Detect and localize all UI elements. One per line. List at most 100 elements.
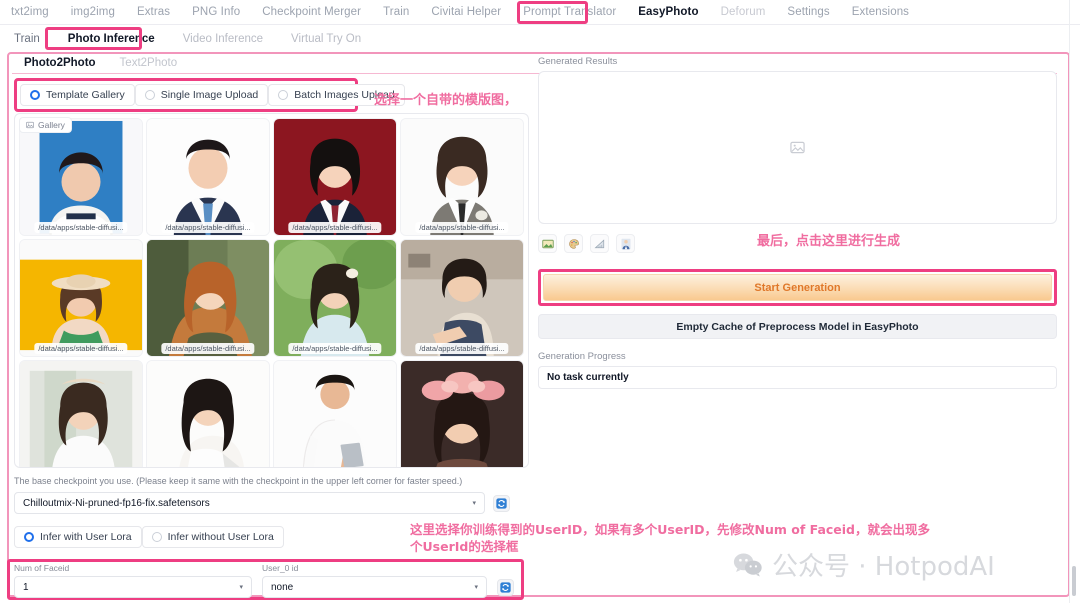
radio-dot-single-image-upload [144,90,155,100]
watermark: 公众号 · HotpodAI [733,546,995,583]
tab-civitai-helper[interactable]: Civitai Helper [420,0,512,24]
gallery-item[interactable]: /data/apps/stable-diffusi... [146,118,270,236]
right-column: Generated Results Start Generation Empty… [538,56,1057,389]
gallery-item[interactable]: /data/apps/stable-diffusi... [146,239,270,357]
radio-single-image-upload[interactable]: Single Image Upload [134,84,269,106]
radio-label-template-gallery: Template Gallery [46,89,125,101]
gallery-item-caption: /data/apps/stable-diffusi... [415,222,509,233]
gallery-item[interactable] [273,360,397,467]
ruler-icon[interactable] [590,234,609,253]
sub-tab-bar: Train Photo Inference Video Inference Vi… [0,27,1080,51]
num-faceid-label: Num of Faceid [14,563,70,573]
radio-dot-infer-without-user-lora [151,532,162,542]
start-generation-highlight: Start Generation [538,269,1057,306]
right-divider [1069,0,1070,603]
tab-img2img[interactable]: img2img [60,0,126,24]
generation-progress-value: No task currently [538,366,1057,389]
gallery-item[interactable]: /data/apps/stable-diffusi... [19,239,143,357]
result-tool-icons [538,234,1057,253]
faceid-refresh-button[interactable] [497,579,514,596]
gallery-item-caption: /data/apps/stable-diffusi... [161,222,255,233]
tab-photo2photo[interactable]: Photo2Photo [12,57,108,69]
template-thumbnail [274,119,396,235]
tab-extensions[interactable]: Extensions [841,0,920,24]
palette-icon[interactable] [564,234,583,253]
tab-train[interactable]: Train [372,0,420,24]
subtab-virtual-try-on[interactable]: Virtual Try On [277,33,375,45]
radio-label-single-image-upload: Single Image Upload [160,89,259,101]
template-thumbnail [274,361,396,467]
radio-infer-without-user-lora[interactable]: Infer without User Lora [141,526,284,548]
tab-extras[interactable]: Extras [126,0,181,24]
gallery-item[interactable]: /data/apps/stable-diffusi... [19,118,143,236]
user-0-id-field: User_0 id none ▾ [262,563,487,598]
radio-label-infer-with-user-lora: Infer with User Lora [40,531,132,543]
checkpoint-refresh-button[interactable] [493,494,510,512]
template-thumbnail [274,240,396,356]
tab-txt2img[interactable]: txt2img [0,0,60,24]
picture-icon[interactable] [538,234,557,253]
subtab-photo-inference[interactable]: Photo Inference [54,33,169,45]
template-thumbnail [20,119,142,235]
start-generation-button[interactable]: Start Generation [543,274,1052,301]
lora-radio-group: Infer with User Lora Infer without User … [14,526,530,548]
gallery-item[interactable] [400,360,524,467]
gallery-badge: Gallery [19,117,72,133]
subtab-train[interactable]: Train [0,33,54,45]
app-root: txt2img img2img Extras PNG Info Checkpoi… [0,0,1080,603]
generation-progress-section: Generation Progress No task currently [538,351,1057,389]
user-0-id-label: User_0 id [262,563,299,573]
gallery-item[interactable] [146,360,270,467]
template-thumbnail [147,361,269,467]
person-icon[interactable] [616,234,635,253]
radio-infer-with-user-lora[interactable]: Infer with User Lora [14,526,142,548]
tab-deforum[interactable]: Deforum [710,0,777,24]
gallery-item-caption: /data/apps/stable-diffusi... [34,343,128,354]
image-placeholder-icon [790,141,805,154]
template-thumbnail [401,240,523,356]
gallery-item[interactable]: /data/apps/stable-diffusi... [273,118,397,236]
num-faceid-field: Num of Faceid 1 ▾ [14,563,252,598]
checkpoint-value: Chilloutmix-Ni-pruned-fp16-fix.safetenso… [23,497,210,509]
template-thumbnail [401,361,523,467]
mode-tab-bar: Photo2Photo Text2Photo [12,57,189,69]
radio-template-gallery[interactable]: Template Gallery [20,84,135,106]
gallery-item[interactable] [19,360,143,467]
num-faceid-value: 1 [23,581,29,593]
num-faceid-select[interactable]: 1 ▾ [14,576,252,598]
gallery-item[interactable]: /data/apps/stable-diffusi... [400,118,524,236]
user-0-id-value: none [271,581,294,593]
page-scrollbar[interactable] [1072,566,1076,596]
template-thumbnail [20,240,142,356]
gallery-grid: /data/apps/stable-diffusi... /data/apps/… [15,114,528,467]
tab-easyphoto[interactable]: EasyPhoto [627,0,709,24]
radio-dot-template-gallery [30,90,40,100]
radio-label-infer-without-user-lora: Infer without User Lora [167,531,274,543]
faceid-row: Num of Faceid 1 ▾ User_0 id none ▾ [14,563,519,598]
tab-png-info[interactable]: PNG Info [181,0,251,24]
generated-results-panel[interactable] [538,71,1057,224]
gallery-item-caption: /data/apps/stable-diffusi... [415,343,509,354]
empty-cache-button[interactable]: Empty Cache of Preprocess Model in EasyP… [538,314,1057,339]
gallery-item-caption: /data/apps/stable-diffusi... [161,343,255,354]
checkpoint-select[interactable]: Chilloutmix-Ni-pruned-fp16-fix.safetenso… [14,492,485,514]
gallery-item-caption: /data/apps/stable-diffusi... [34,222,128,233]
tab-text2photo[interactable]: Text2Photo [108,57,190,69]
gallery-item-caption: /data/apps/stable-diffusi... [288,222,382,233]
annotation-gallery-note: 选择一个自带的模版图， [374,93,518,108]
gallery-item[interactable]: /data/apps/stable-diffusi... [273,239,397,357]
top-tab-bar: txt2img img2img Extras PNG Info Checkpoi… [0,0,1080,25]
chevron-down-icon: ▾ [239,583,243,591]
source-mode-radio-group: Template Gallery Single Image Upload Bat… [14,78,405,112]
wechat-icon [733,553,762,576]
gallery-item[interactable]: /data/apps/stable-diffusi... [400,239,524,357]
watermark-text: 公众号 · HotpodAI [772,552,995,582]
gallery-badge-label: Gallery [38,120,65,130]
tab-prompt-translator[interactable]: Prompt Translator [512,0,627,24]
tab-checkpoint-merger[interactable]: Checkpoint Merger [251,0,372,24]
tab-settings[interactable]: Settings [776,0,840,24]
user-0-id-select[interactable]: none ▾ [262,576,487,598]
subtab-video-inference[interactable]: Video Inference [169,33,277,45]
chevron-down-icon: ▾ [472,499,476,507]
template-gallery[interactable]: Gallery /data/apps/stable-diffusi... /da… [14,113,529,468]
